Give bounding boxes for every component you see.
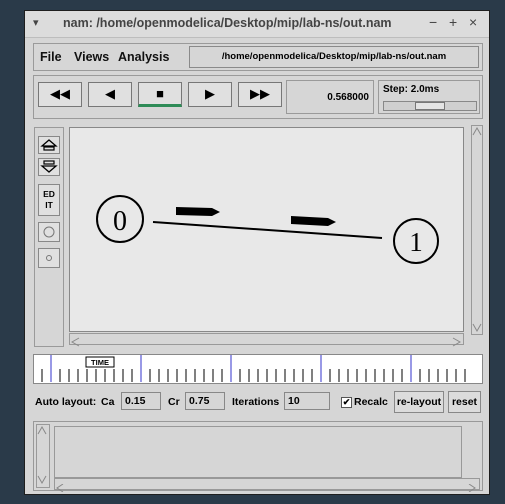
close-button[interactable]: ×	[469, 14, 477, 30]
annotation-list[interactable]	[54, 426, 462, 478]
annotation-panel	[33, 421, 483, 493]
maximize-button[interactable]: +	[449, 14, 457, 30]
packet-1	[176, 207, 220, 216]
playback-controls: ◀◀ ◀ ■ ▶ ▶▶ 0.568000 Step: 2.0ms	[33, 75, 483, 119]
tool-panel: ED IT	[34, 127, 64, 347]
step-slider-handle[interactable]	[415, 102, 445, 110]
minimize-button[interactable]: −	[429, 14, 437, 30]
iterations-label: Iterations	[232, 396, 280, 408]
edit-button[interactable]: ED IT	[38, 184, 60, 216]
menu-views[interactable]: Views	[74, 50, 109, 64]
packet-2	[291, 216, 336, 226]
fast-forward-button[interactable]: ▶▶	[238, 82, 282, 107]
node-1-label: 1	[409, 227, 423, 257]
window-menu-icon[interactable]: ▾	[33, 16, 39, 29]
node-0[interactable]: 0	[96, 195, 144, 243]
timeline-slider[interactable]: TIME	[33, 354, 483, 384]
title-bar: ▾ nam: /home/openmodelica/Desktop/mip/la…	[25, 11, 489, 38]
stop-button[interactable]: ■	[138, 82, 182, 107]
auto-layout-bar: Auto layout: Ca 0.15 Cr 0.75 Iterations …	[25, 391, 489, 415]
canvas-vertical-scrollbar[interactable]	[471, 125, 483, 335]
time-marker-label: TIME	[91, 358, 109, 367]
node-0-label: 0	[113, 206, 127, 237]
rewind-button[interactable]: ◀◀	[38, 82, 82, 107]
ca-input[interactable]: 0.15	[121, 392, 161, 410]
menu-analysis[interactable]: Analysis	[118, 50, 169, 64]
relayout-button[interactable]: re-layout	[394, 391, 444, 413]
link-0-1	[152, 221, 383, 239]
window-title: nam: /home/openmodelica/Desktop/mip/lab-…	[63, 16, 392, 30]
node-size-small-icon[interactable]	[38, 248, 60, 268]
menu-bar: File Views Analysis /home/openmodelica/D…	[33, 43, 483, 71]
cr-label: Cr	[168, 396, 180, 408]
cr-input[interactable]: 0.75	[185, 392, 225, 410]
step-control: Step: 2.0ms	[378, 80, 480, 114]
menu-file[interactable]: File	[40, 50, 62, 64]
network-canvas[interactable]: 0 1	[69, 127, 464, 332]
canvas-horizontal-scrollbar[interactable]	[69, 333, 464, 347]
play-button[interactable]: ▶	[188, 82, 232, 107]
annotation-vertical-scrollbar[interactable]	[36, 424, 50, 488]
node-1[interactable]: 1	[393, 218, 439, 264]
zoom-in-icon[interactable]	[38, 136, 60, 154]
timeline-ticks: TIME	[41, 355, 466, 382]
recalc-label: Recalc	[354, 396, 388, 408]
iterations-input[interactable]: 10	[284, 392, 330, 410]
step-label: Step: 2.0ms	[383, 84, 440, 95]
auto-layout-label: Auto layout:	[35, 396, 97, 408]
node-size-large-icon[interactable]	[38, 222, 60, 242]
step-back-button[interactable]: ◀	[88, 82, 132, 107]
step-slider[interactable]	[383, 101, 477, 111]
annotation-horizontal-scrollbar[interactable]	[54, 478, 480, 493]
ca-label: Ca	[101, 396, 115, 408]
reset-button[interactable]: reset	[448, 391, 481, 413]
nam-window: ▾ nam: /home/openmodelica/Desktop/mip/la…	[24, 10, 490, 495]
recalc-checkbox[interactable]: ✔	[341, 397, 352, 408]
time-display: 0.568000	[286, 80, 374, 114]
file-path-display: /home/openmodelica/Desktop/mip/lab-ns/ou…	[189, 46, 479, 68]
network-graph: 0 1	[96, 195, 439, 264]
zoom-out-icon[interactable]	[38, 158, 60, 176]
